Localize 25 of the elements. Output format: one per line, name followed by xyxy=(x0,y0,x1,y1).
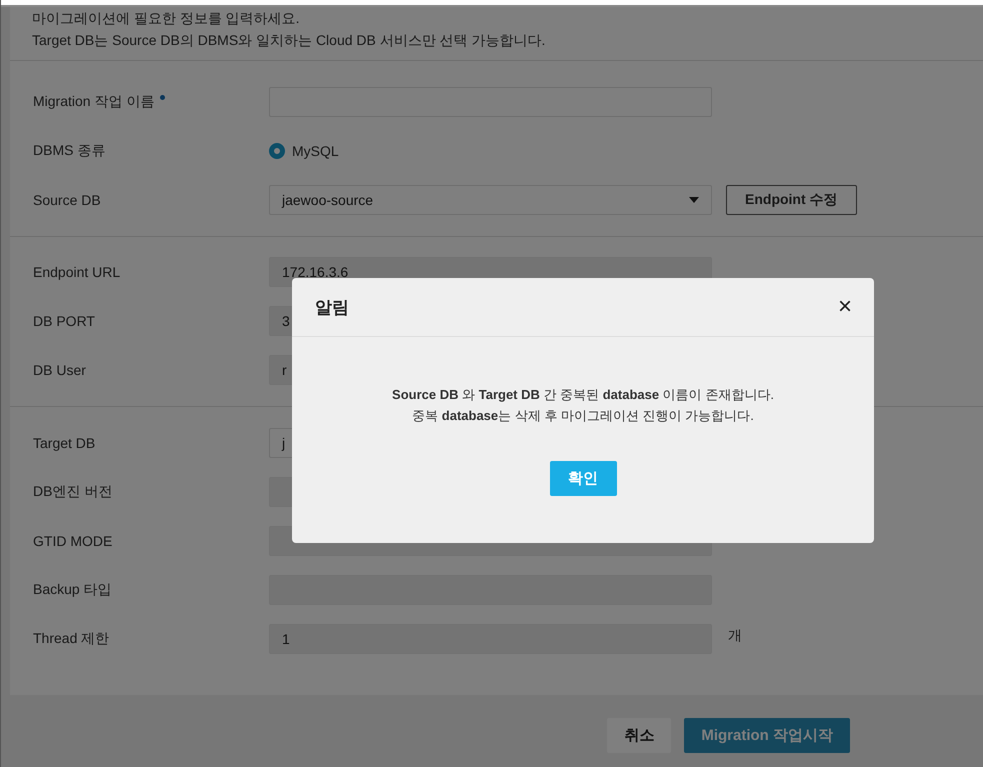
field-label: DB User xyxy=(33,362,86,378)
dialog-title: 알림 xyxy=(315,296,349,318)
field-label: Backup 타입 xyxy=(33,580,112,598)
field-label: Endpoint URL xyxy=(33,264,120,280)
dialog-message: 중복 database는 삭제 후 마이그레이션 진행이 가능합니다. xyxy=(412,407,754,425)
dialog-message: Source DB 와 Target DB 간 중복된 database 이름이 존재합니다. xyxy=(392,386,774,404)
cancel-button[interactable]: 취소 xyxy=(607,718,672,753)
unit-label: 개 xyxy=(728,626,742,644)
field-label: Target DB xyxy=(33,434,96,450)
select-field[interactable]: jaewoo-source xyxy=(269,184,712,214)
field-label: Thread 제한 xyxy=(33,630,110,648)
radio-option[interactable]: MySQL xyxy=(269,142,339,158)
endpoint-edit-button[interactable]: Endpoint 수정 xyxy=(726,184,857,214)
intro-text: 마이그레이션에 필요한 정보를 입력하세요. xyxy=(32,9,301,28)
intro-text: Target DB는 Source DB의 DBMS와 일치하는 Cloud DB 서비스만 선택 가능합니다. xyxy=(32,31,546,50)
caret-icon xyxy=(689,196,699,202)
field-label: GTID MODE xyxy=(33,532,112,548)
close-button[interactable]: × xyxy=(838,295,852,319)
field-label: Source DB xyxy=(33,192,101,208)
field-label: DB PORT xyxy=(33,312,95,328)
text-field[interactable]: 1 xyxy=(269,624,712,654)
field-label: DB엔진 버전 xyxy=(33,482,112,500)
field-label: Migration 작업 이름 xyxy=(33,92,154,110)
field-label: DBMS 종류 xyxy=(33,142,106,160)
confirm-button[interactable]: 확인 xyxy=(550,461,616,496)
